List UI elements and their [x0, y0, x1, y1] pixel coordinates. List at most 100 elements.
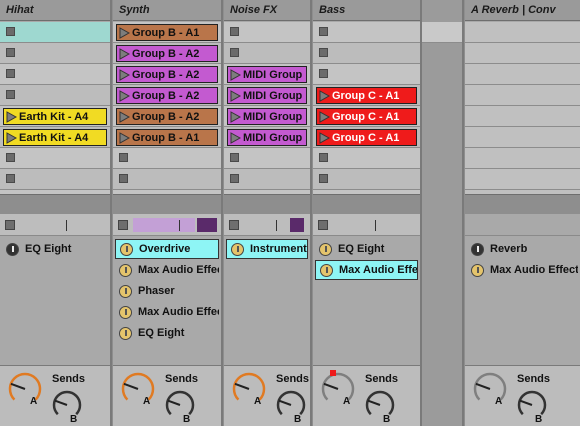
- stop-button-icon[interactable]: [119, 153, 128, 162]
- send-b-knob-icon[interactable]: [165, 390, 195, 423]
- stop-button-icon[interactable]: [6, 153, 15, 162]
- clip-play-icon[interactable]: [4, 109, 18, 124]
- device-power-icon[interactable]: [231, 242, 244, 256]
- clip[interactable]: Group C - A1: [316, 108, 417, 125]
- stop-button-icon[interactable]: [230, 48, 239, 57]
- clip-play-icon[interactable]: [228, 88, 242, 103]
- device-power-icon[interactable]: [119, 284, 132, 298]
- clip[interactable]: MIDI Group: [227, 129, 307, 146]
- stop-button-icon[interactable]: [119, 174, 128, 183]
- device-power-icon[interactable]: [120, 242, 133, 256]
- track-title[interactable]: A Reverb | Conv: [465, 0, 580, 21]
- clip-slot[interactable]: [313, 64, 420, 85]
- clip-slot[interactable]: MIDI Group: [224, 64, 310, 85]
- device-power-icon[interactable]: [471, 242, 484, 256]
- clip-slot[interactable]: Group C - A1: [313, 106, 420, 127]
- clip-slot[interactable]: Earth Kit - A4: [0, 127, 110, 148]
- clip[interactable]: Group B - A2: [116, 87, 218, 104]
- clip-play-icon[interactable]: [117, 25, 131, 40]
- track-title[interactable]: Bass: [313, 0, 420, 21]
- clip-play-icon[interactable]: [228, 130, 242, 145]
- clip-play-icon[interactable]: [117, 88, 131, 103]
- send-b-knob-icon[interactable]: [52, 390, 82, 423]
- stop-button-icon[interactable]: [319, 153, 328, 162]
- clip[interactable]: Group B - A1: [116, 129, 218, 146]
- clip-slot[interactable]: [465, 127, 580, 148]
- clip[interactable]: Group B - A1: [116, 24, 218, 41]
- device-power-icon[interactable]: [6, 242, 19, 256]
- clip-play-icon[interactable]: [317, 130, 331, 145]
- clip-slot[interactable]: Group B - A2: [113, 106, 221, 127]
- track-activator-icon[interactable]: [118, 220, 128, 230]
- track-io-strip[interactable]: [0, 214, 110, 236]
- clip[interactable]: Group C - A1: [316, 129, 417, 146]
- clip[interactable]: MIDI Group: [227, 87, 307, 104]
- clip-slot[interactable]: [113, 169, 221, 190]
- track-activator-icon[interactable]: [229, 220, 239, 230]
- clip-slot[interactable]: [224, 148, 310, 169]
- device-power-icon[interactable]: [119, 326, 132, 340]
- clip-slot[interactable]: [0, 22, 110, 43]
- track-io-strip[interactable]: [313, 214, 420, 236]
- clip-slot[interactable]: Group B - A2: [113, 85, 221, 106]
- clip-play-icon[interactable]: [317, 88, 331, 103]
- clip[interactable]: Earth Kit - A4: [3, 108, 107, 125]
- track-activator-icon[interactable]: [318, 220, 328, 230]
- send-b-knob-icon[interactable]: [517, 390, 547, 423]
- clip-slot[interactable]: [465, 85, 580, 106]
- clip-slot[interactable]: Group B - A1: [113, 127, 221, 148]
- stop-button-icon[interactable]: [230, 153, 239, 162]
- device-chain-item[interactable]: EQ Eight: [2, 239, 108, 259]
- stop-button-icon[interactable]: [6, 27, 15, 36]
- clip-slot[interactable]: [465, 22, 580, 43]
- clip-slot[interactable]: [465, 43, 580, 64]
- clip-slot[interactable]: [313, 43, 420, 64]
- clip-play-icon[interactable]: [117, 109, 131, 124]
- stop-button-icon[interactable]: [6, 174, 15, 183]
- clip-slot[interactable]: Group B - A2: [113, 43, 221, 64]
- clip[interactable]: Group B - A2: [116, 66, 218, 83]
- clip-slot[interactable]: [0, 64, 110, 85]
- stop-button-icon[interactable]: [6, 48, 15, 57]
- stop-button-icon[interactable]: [319, 174, 328, 183]
- track-activator-icon[interactable]: [5, 220, 15, 230]
- clip[interactable]: MIDI Group: [227, 66, 307, 83]
- clip-slot[interactable]: [0, 148, 110, 169]
- track-io-strip[interactable]: [465, 214, 580, 236]
- clip-slot[interactable]: MIDI Group: [224, 127, 310, 148]
- stop-button-icon[interactable]: [6, 69, 15, 78]
- clip-slot[interactable]: Group B - A1: [113, 22, 221, 43]
- stop-button-icon[interactable]: [319, 69, 328, 78]
- clip[interactable]: Group C - A1: [316, 87, 417, 104]
- clip-slot[interactable]: [224, 22, 310, 43]
- stop-button-icon[interactable]: [319, 27, 328, 36]
- clip-slot[interactable]: [465, 169, 580, 190]
- track-title[interactable]: Hihat: [0, 0, 110, 21]
- clip-slot[interactable]: MIDI Group: [224, 106, 310, 127]
- device-power-icon[interactable]: [320, 263, 333, 277]
- clip-slot[interactable]: Group C - A1: [313, 127, 420, 148]
- clip-play-icon[interactable]: [4, 130, 18, 145]
- clip-play-icon[interactable]: [228, 67, 242, 82]
- clip-slot[interactable]: Earth Kit - A4: [0, 106, 110, 127]
- clip-slot[interactable]: Group B - A2: [113, 64, 221, 85]
- clip-slot[interactable]: [313, 169, 420, 190]
- device-chain-item[interactable]: Max Audio Effect: [467, 260, 578, 280]
- clip[interactable]: Group B - A2: [116, 45, 218, 62]
- clip-play-icon[interactable]: [117, 130, 131, 145]
- stop-button-icon[interactable]: [319, 48, 328, 57]
- clip-slot[interactable]: [0, 43, 110, 64]
- clip-play-icon[interactable]: [117, 46, 131, 61]
- clip-slot[interactable]: [313, 22, 420, 43]
- device-chain-item[interactable]: Max Audio Effect: [315, 260, 418, 280]
- device-chain-item[interactable]: Overdrive: [115, 239, 219, 259]
- clip[interactable]: MIDI Group: [227, 108, 307, 125]
- clip-slot[interactable]: [113, 148, 221, 169]
- track-title[interactable]: Synth: [113, 0, 221, 21]
- clip-slot[interactable]: [465, 64, 580, 85]
- clip-slot[interactable]: [465, 106, 580, 127]
- clip-play-icon[interactable]: [117, 67, 131, 82]
- stop-button-icon[interactable]: [230, 174, 239, 183]
- clip-slot[interactable]: [465, 148, 580, 169]
- clip-play-icon[interactable]: [228, 109, 242, 124]
